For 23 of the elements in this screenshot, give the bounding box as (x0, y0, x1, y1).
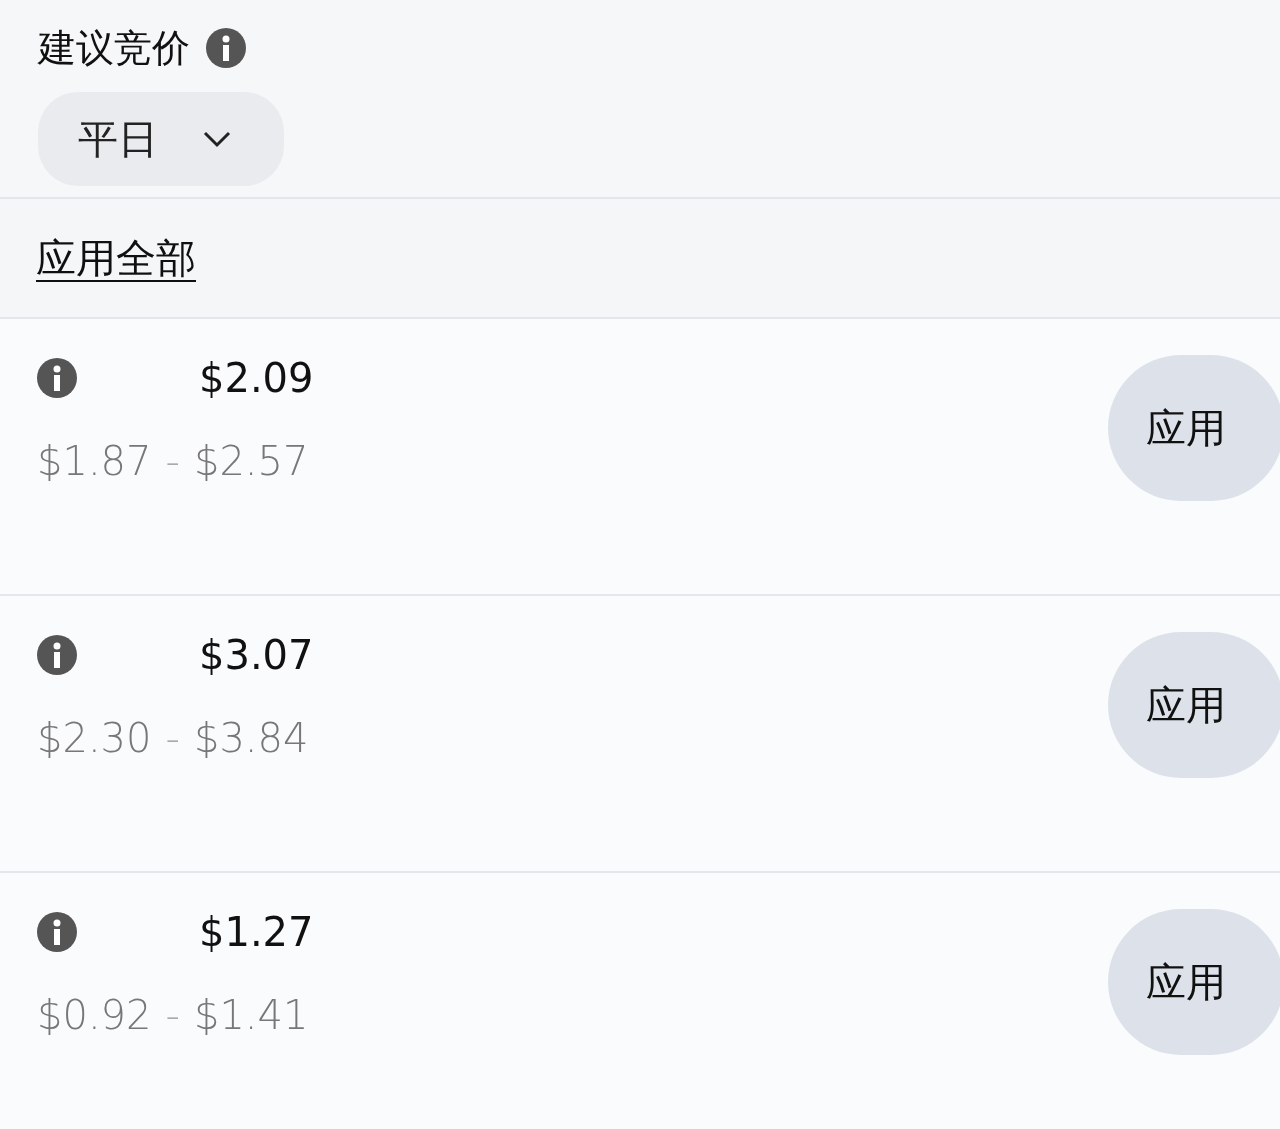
range-separator: - (165, 991, 180, 1040)
apply-button[interactable]: 应用 (1108, 909, 1280, 1055)
range-high: $1.41 (193, 991, 309, 1040)
chevron-icon (202, 130, 232, 148)
section-title: 建议竞价 (38, 25, 190, 72)
apply-button[interactable]: 应用 (1108, 632, 1280, 778)
apply-button[interactable]: 应用 (1108, 355, 1280, 501)
range-separator: - (165, 437, 180, 486)
apply-all-link[interactable]: 应用全部 (36, 228, 196, 288)
range-high: $2.57 (193, 437, 309, 486)
info-icon[interactable] (37, 912, 77, 952)
range-high: $3.84 (193, 714, 309, 763)
bid-price: $3.07 (199, 631, 314, 680)
info-icon[interactable] (37, 358, 77, 398)
range-low: $0.92 (37, 991, 152, 1040)
info-icon[interactable] (37, 635, 77, 675)
bid-price: $2.09 (199, 354, 314, 403)
day-dropdown[interactable]: 平日 (38, 92, 284, 186)
bid-price: $1.27 (199, 908, 314, 957)
range-low: $2.30 (37, 714, 152, 763)
info-icon[interactable] (206, 28, 246, 68)
range-low: $1.87 (37, 437, 152, 486)
range-separator: - (165, 714, 180, 763)
